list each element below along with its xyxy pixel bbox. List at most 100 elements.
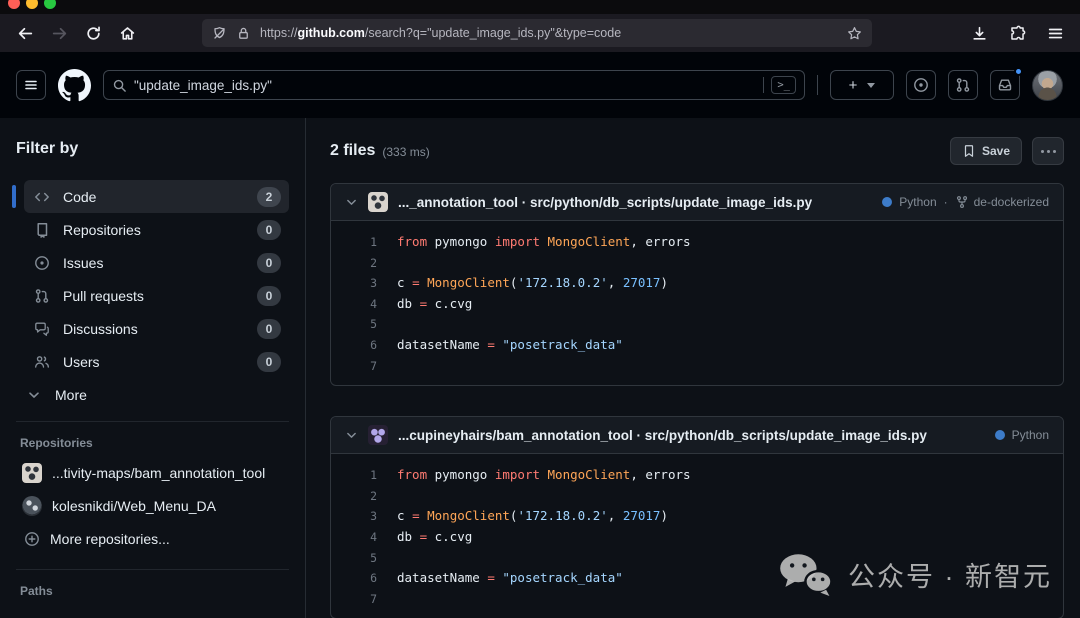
code-line: 3c = MongoClient('172.18.0.2', 27017) [331,506,1063,527]
maximize-window-button[interactable] [44,0,56,9]
sidebar-divider [16,569,289,570]
sidebar-item-repositories[interactable]: Repositories 0 [24,213,289,246]
language-dot-icon [882,197,893,207]
line-number: 7 [370,358,377,373]
global-nav-menu-button[interactable] [16,70,46,100]
filter-item-count-badge: 0 [257,318,281,339]
code-token: db [397,295,420,311]
code-token: , errors [630,467,691,483]
branch-name: de-dockerized [973,195,1049,209]
hamburger-menu-icon [1048,28,1062,38]
sidebar-item-code[interactable]: Code 2 [12,180,289,213]
code-result-header[interactable]: ..._annotation_tool · src/python/db_scri… [331,184,1063,221]
code-token: datasetName [397,336,488,352]
page-content: Filter by Code 2 Repositories 0 Issues 0… [0,118,1080,618]
close-window-button[interactable] [8,0,20,9]
back-button[interactable] [10,19,40,47]
code-text: c = MongoClient('172.18.0.2', 27017) [377,506,668,527]
code-text: datasetName = "posetrack_data" [377,335,623,356]
reload-button[interactable] [78,19,108,47]
pull-requests-nav-button[interactable] [948,70,978,100]
sidebar-repo-item[interactable]: kolesnikdi/Web_Menu_DA [16,489,289,522]
filter-more-toggle[interactable]: More [16,378,289,411]
filter-by-title: Filter by [16,140,79,157]
minimize-window-button[interactable] [26,0,38,9]
code-token: 27017 [622,508,661,524]
chevron-down-icon[interactable] [345,196,358,209]
downloads-button[interactable] [964,19,994,47]
github-search-box[interactable]: >_ [103,70,805,100]
save-button[interactable]: Save [949,137,1022,165]
file-path-title[interactable]: ...cupineyhairs/bam_annotation_tool · sr… [398,428,927,443]
branch-info: de-dockerized [955,195,1049,209]
sidebar-item-pull-requests[interactable]: Pull requests 0 [24,279,289,312]
results-options-button[interactable] [1032,137,1064,165]
inbox-notifications-button[interactable] [990,67,1023,100]
caret-down-icon [867,82,876,88]
sidebar-item-users[interactable]: Users 0 [24,345,289,378]
download-icon [972,26,986,40]
kebab-icon [1040,149,1056,153]
code-line: 7 [331,356,1063,377]
language-label: Python [899,195,937,209]
bookmark-star-icon[interactable] [847,26,862,41]
command-palette-icon[interactable]: >_ [771,76,796,94]
lock-icon [239,27,248,39]
repo-avatar [368,425,388,446]
code-token: , errors [630,234,691,249]
filter-item-label: Users [63,353,100,370]
more-repositories-button[interactable]: More repositories... [16,522,289,555]
filter-item-count-badge: 0 [257,252,281,273]
code-text: from pymongo import MongoClient, errors [377,465,691,486]
sidebar-divider [16,421,289,422]
filter-list: Code 2 Repositories 0 Issues 0 Pull requ… [12,180,289,378]
github-header: >_ + [0,52,1080,118]
filter-sidebar: Filter by Code 2 Repositories 0 Issues 0… [0,118,306,618]
results-header: 2 files (333 ms) Save [330,136,1064,166]
code-line: 3c = MongoClient('172.18.0.2', 27017) [331,273,1063,294]
repositories-list: ...tivity-maps/bam_annotation_tool koles… [16,456,289,522]
sidebar-item-discussions[interactable]: Discussions 0 [24,312,289,345]
branch-fork-icon [956,196,967,208]
forward-button[interactable] [44,19,74,47]
plus-circle-icon [24,531,40,547]
url-text: https://github.com/search?q="update_imag… [260,26,838,40]
chevron-down-icon[interactable] [345,429,358,442]
file-path-title[interactable]: ..._annotation_tool · src/python/db_scri… [398,195,812,210]
url-path: /search?q="update_image_ids.py"&type=cod… [364,26,622,40]
url-bar[interactable]: https://github.com/search?q="update_imag… [202,19,872,47]
code-result-header[interactable]: ...cupineyhairs/bam_annotation_tool · sr… [331,417,1063,455]
code-token: '172.18.0.2' [517,508,608,524]
issues-nav-button[interactable] [906,70,936,100]
code-token: import [494,234,540,249]
home-button[interactable] [112,19,142,47]
home-icon [120,26,134,40]
code-token: MongoClient [540,234,631,249]
code-snippet[interactable]: 1 from pymongo import MongoClient, errors… [331,221,1063,385]
github-logo[interactable] [58,68,91,102]
code-token: pymongo [427,234,495,249]
code-text: db = c.cvg [377,294,472,315]
line-number: 1 [370,235,377,249]
code-line: 2 [331,253,1063,274]
code-line: 5 [331,314,1063,335]
code-token: MongoClient [427,275,510,291]
puzzle-extension-icon [1010,25,1025,40]
code-line: 4 db = c.cvg [331,527,1063,548]
user-avatar[interactable] [1032,69,1063,101]
sidebar-item-issues[interactable]: Issues 0 [24,246,289,279]
code-token: ) [660,275,668,291]
chevron-down-icon [26,387,42,403]
extensions-button[interactable] [1002,19,1032,47]
menu-button[interactable] [1040,19,1070,47]
filter-item-label: Issues [63,254,104,271]
code-token: datasetName [397,570,488,586]
sidebar-repo-item[interactable]: ...tivity-maps/bam_annotation_tool [16,456,289,489]
issue-icon [34,255,50,271]
create-new-button[interactable]: + [830,70,894,100]
search-input[interactable] [134,77,757,93]
code-token: MongoClient [540,467,631,483]
